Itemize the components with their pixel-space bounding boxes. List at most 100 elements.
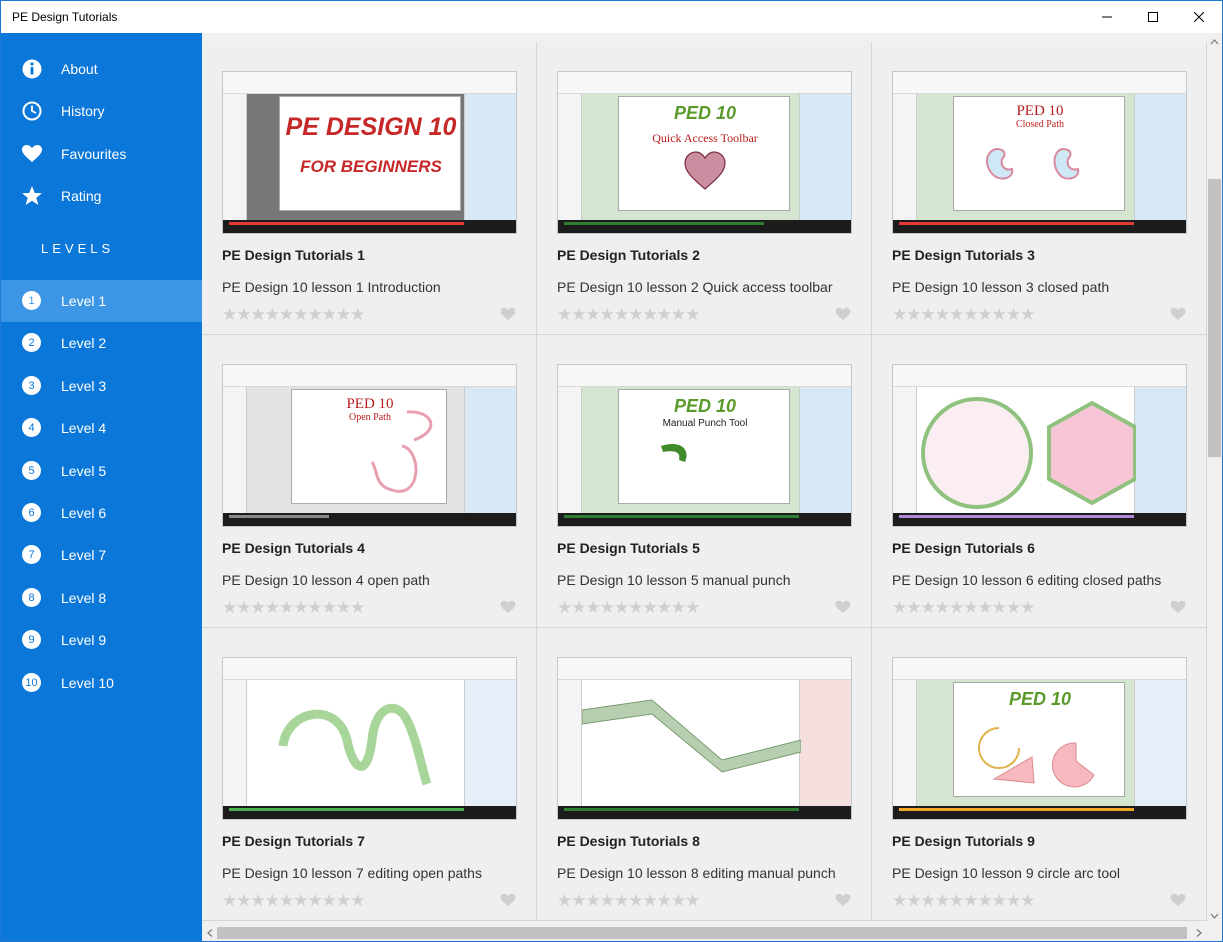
level-label: Level 9 xyxy=(61,632,107,648)
maximize-button[interactable] xyxy=(1130,1,1176,33)
level-item-2[interactable]: 2 Level 2 xyxy=(1,322,202,364)
nav-item-rating[interactable]: Rating xyxy=(1,175,202,217)
video-thumbnail[interactable]: PED 10 Closed Path xyxy=(892,71,1187,234)
card-title: PE Design Tutorials 5 xyxy=(557,540,700,556)
tutorial-card-4[interactable]: PED 10 Open Path PE Design Tutorials 4 P… xyxy=(202,335,537,628)
tutorial-card-5[interactable]: PED 10 Manual Punch Tool PE Design Tutor… xyxy=(537,335,872,628)
video-thumbnail[interactable] xyxy=(557,657,852,820)
tutorial-card-1[interactable]: PE DESIGN 10 FOR BEGINNERS PE Design Tut… xyxy=(202,42,537,335)
rating-stars[interactable]: ★★★★★★★★★★ xyxy=(557,305,700,325)
vertical-scrollbar[interactable] xyxy=(1207,33,1222,925)
video-thumbnail[interactable] xyxy=(892,364,1187,527)
tutorial-card-3[interactable]: PED 10 Closed Path PE Design Tutorials 3… xyxy=(872,42,1207,335)
svg-text:Open Path: Open Path xyxy=(349,412,391,423)
levels-heading: LEVELS xyxy=(41,241,115,256)
minimize-button[interactable] xyxy=(1084,1,1130,33)
scroll-left-icon[interactable] xyxy=(203,925,217,941)
level-item-10[interactable]: 10 Level 10 xyxy=(1,662,202,704)
favourite-heart-icon[interactable] xyxy=(500,600,516,614)
rating-stars[interactable]: ★★★★★★★★★★ xyxy=(222,598,365,618)
level-label: Level 1 xyxy=(61,293,107,309)
maximize-icon xyxy=(1148,12,1158,22)
scroll-down-icon[interactable] xyxy=(1207,909,1222,923)
favourite-heart-icon[interactable] xyxy=(835,600,851,614)
window-title: PE Design Tutorials xyxy=(12,10,118,24)
favourite-heart-icon[interactable] xyxy=(1170,307,1186,321)
svg-text:PED 10: PED 10 xyxy=(1016,103,1063,119)
thumbnail-title-art: PED 10 Open Path xyxy=(346,396,433,493)
thumbnail-path-art xyxy=(278,704,432,786)
level-item-9[interactable]: 9 Level 9 xyxy=(1,619,202,661)
scroll-right-icon[interactable] xyxy=(1192,925,1206,941)
svg-text:PED 10: PED 10 xyxy=(1009,689,1071,709)
tutorial-card-7[interactable]: PE Design Tutorials 7 PE Design 10 lesso… xyxy=(202,628,537,921)
app-window: PE Design Tutorials About History Favour… xyxy=(0,0,1223,942)
thumbnail-title-art: PED 10 Quick Access Toolbar xyxy=(652,103,758,190)
level-item-5[interactable]: 5 Level 5 xyxy=(1,450,202,492)
favourite-heart-icon[interactable] xyxy=(500,893,516,907)
rating-stars[interactable]: ★★★★★★★★★★ xyxy=(557,891,700,911)
svg-text:PED 10: PED 10 xyxy=(674,103,736,123)
video-thumbnail[interactable] xyxy=(222,657,517,820)
video-thumbnail[interactable]: PED 10 xyxy=(892,657,1187,820)
card-description: PE Design 10 lesson 4 open path xyxy=(222,572,430,588)
level-number-badge: 4 xyxy=(22,418,41,437)
favourite-heart-icon[interactable] xyxy=(835,307,851,321)
nav-item-history[interactable]: History xyxy=(1,90,202,132)
vertical-scroll-thumb[interactable] xyxy=(1208,179,1221,457)
favourite-heart-icon[interactable] xyxy=(1170,600,1186,614)
scrollbar-corner xyxy=(1207,925,1222,941)
nav-item-about[interactable]: About xyxy=(1,48,202,90)
video-thumbnail[interactable]: PED 10 Quick Access Toolbar xyxy=(557,71,852,234)
favourite-heart-icon[interactable] xyxy=(500,307,516,321)
rating-stars[interactable]: ★★★★★★★★★★ xyxy=(557,598,700,618)
svg-text:PE DESIGN 10: PE DESIGN 10 xyxy=(286,113,457,141)
star-icon xyxy=(21,185,43,207)
rating-stars[interactable]: ★★★★★★★★★★ xyxy=(222,305,365,325)
level-item-7[interactable]: 7 Level 7 xyxy=(1,534,202,576)
tutorial-card-9[interactable]: PED 10 PE Design Tutorials 9 PE Design 1… xyxy=(872,628,1207,921)
nav-item-favourites[interactable]: Favourites xyxy=(1,133,202,175)
level-item-8[interactable]: 8 Level 8 xyxy=(1,577,202,619)
favourite-heart-icon[interactable] xyxy=(1170,893,1186,907)
video-thumbnail[interactable]: PE DESIGN 10 FOR BEGINNERS xyxy=(222,71,517,234)
sidebar: About History Favourites Rating LEVELS 1… xyxy=(1,33,202,941)
card-title: PE Design Tutorials 3 xyxy=(892,247,1035,263)
tutorial-card-8[interactable]: PE Design Tutorials 8 PE Design 10 lesso… xyxy=(537,628,872,921)
level-label: Level 3 xyxy=(61,378,107,394)
thumbnail-title-art: PED 10 xyxy=(978,689,1095,788)
level-number-badge: 6 xyxy=(22,503,41,522)
rating-stars[interactable]: ★★★★★★★★★★ xyxy=(892,891,1035,911)
horizontal-scroll-thumb[interactable] xyxy=(217,927,1187,939)
svg-text:Quick Access Toolbar: Quick Access Toolbar xyxy=(652,131,758,145)
nav-label-favourites: Favourites xyxy=(61,146,127,162)
level-item-1[interactable]: 1 Level 1 xyxy=(1,280,202,322)
level-label: Level 8 xyxy=(61,590,107,606)
thumbnail-shapes-art xyxy=(921,397,1137,509)
horizontal-scrollbar[interactable] xyxy=(202,925,1207,941)
video-thumbnail[interactable]: PED 10 Manual Punch Tool xyxy=(557,364,852,527)
card-description: PE Design 10 lesson 1 Introduction xyxy=(222,279,441,295)
rating-stars[interactable]: ★★★★★★★★★★ xyxy=(892,305,1035,325)
level-number-badge: 9 xyxy=(22,630,41,649)
tutorial-card-6[interactable]: PE Design Tutorials 6 PE Design 10 lesso… xyxy=(872,335,1207,628)
thumbnail-punch-art xyxy=(581,699,802,773)
rating-stars[interactable]: ★★★★★★★★★★ xyxy=(222,891,365,911)
tutorial-card-2[interactable]: PED 10 Quick Access Toolbar PE Design Tu… xyxy=(537,42,872,335)
video-thumbnail[interactable]: PED 10 Open Path xyxy=(222,364,517,527)
level-item-4[interactable]: 4 Level 4 xyxy=(1,407,202,449)
svg-text:PED 10: PED 10 xyxy=(674,396,736,416)
minimize-icon xyxy=(1102,16,1112,18)
card-description: PE Design 10 lesson 3 closed path xyxy=(892,279,1110,295)
rating-stars[interactable]: ★★★★★★★★★★ xyxy=(892,598,1035,618)
scroll-up-icon[interactable] xyxy=(1207,35,1222,49)
favourite-heart-icon[interactable] xyxy=(835,893,851,907)
card-description: PE Design 10 lesson 7 editing open paths xyxy=(222,865,482,881)
level-item-3[interactable]: 3 Level 3 xyxy=(1,365,202,407)
level-number-badge: 1 xyxy=(22,291,41,310)
card-title: PE Design Tutorials 4 xyxy=(222,540,365,556)
level-label: Level 2 xyxy=(61,335,107,351)
close-button[interactable] xyxy=(1176,1,1222,33)
level-item-6[interactable]: 6 Level 6 xyxy=(1,492,202,534)
svg-text:Manual Punch Tool: Manual Punch Tool xyxy=(663,418,748,429)
